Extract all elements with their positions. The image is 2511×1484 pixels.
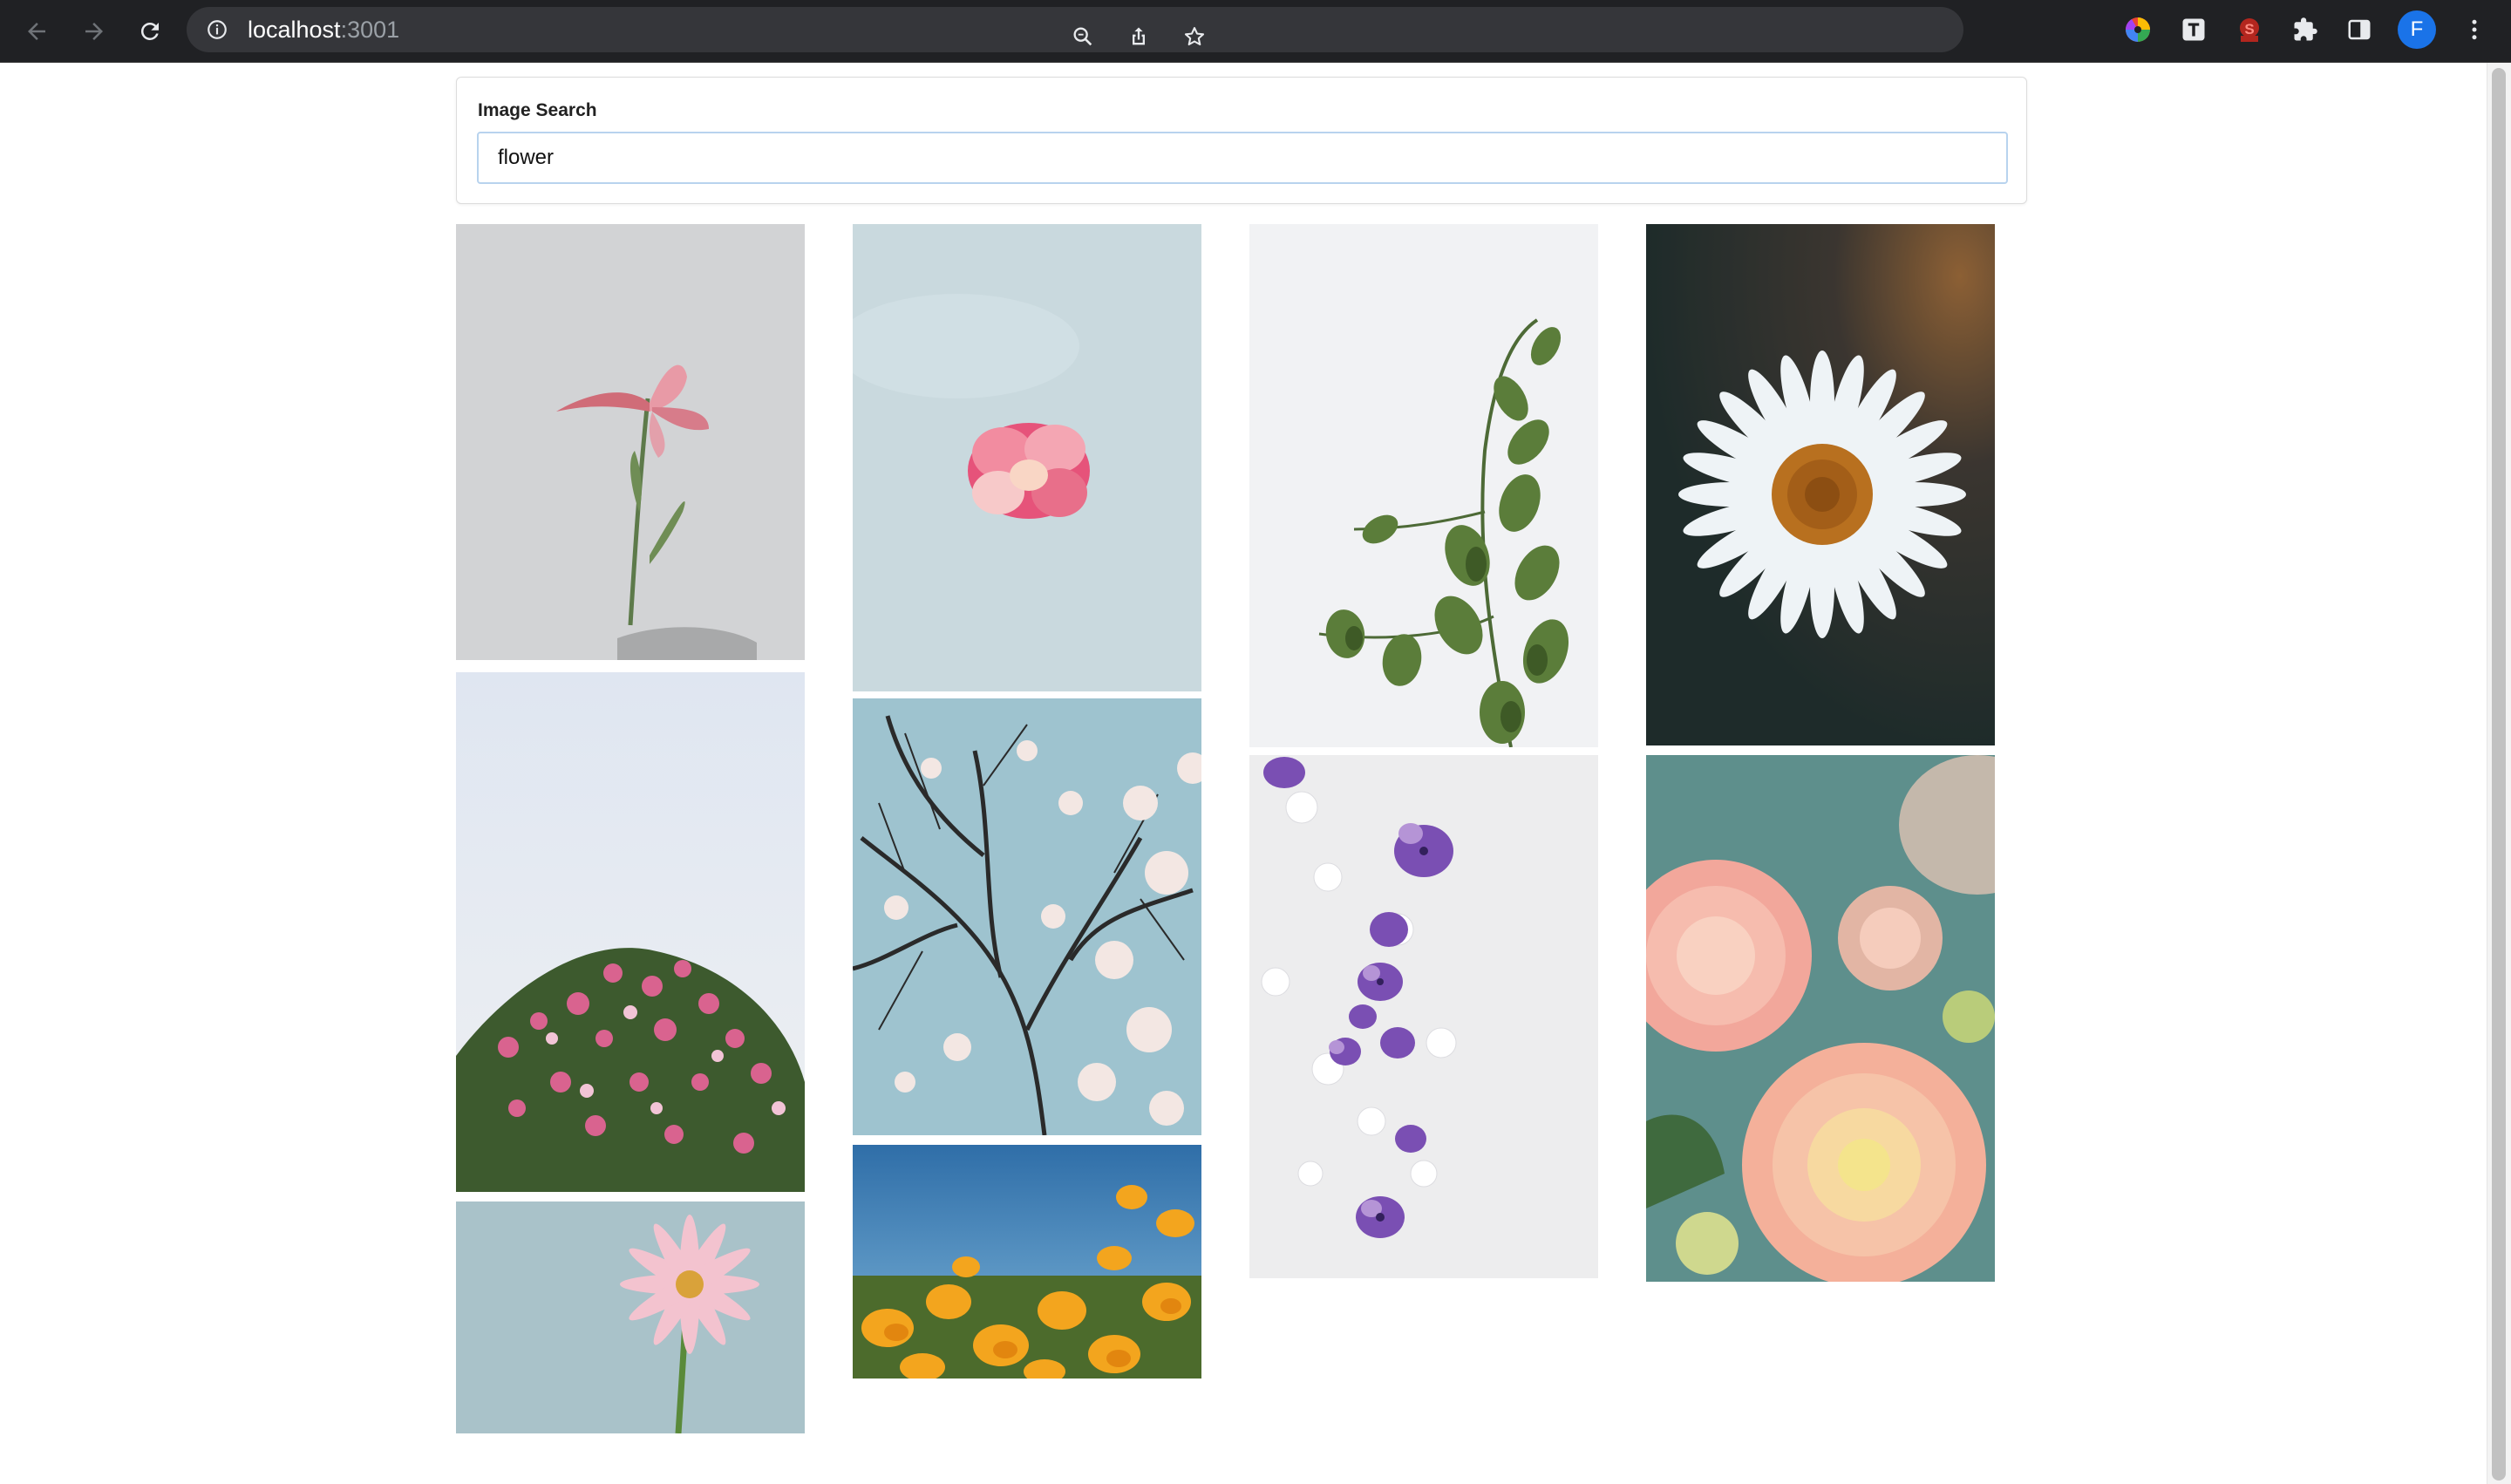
share-button[interactable] — [1121, 19, 1156, 54]
gallery-image[interactable] — [456, 224, 805, 660]
gallery-image[interactable] — [1249, 755, 1598, 1278]
share-icon — [1133, 27, 1145, 45]
gallery-image[interactable] — [853, 224, 1201, 691]
seo-icon: S — [2240, 18, 2259, 42]
reload-button[interactable] — [131, 12, 169, 51]
arrow-left-icon — [28, 23, 45, 40]
image-eucalyptus — [1249, 224, 1598, 747]
search-card: Image Search — [456, 77, 2027, 204]
search-label: Image Search — [478, 100, 597, 120]
image-white-daisy — [1646, 224, 1995, 745]
address-bar[interactable]: localhost:3001 — [187, 7, 1963, 52]
page-scrollbar-thumb[interactable] — [2492, 68, 2506, 1481]
zoom-button[interactable] — [1065, 19, 1100, 54]
extension-color-picker[interactable] — [2120, 12, 2155, 47]
extensions-button[interactable] — [2288, 12, 2323, 47]
image-pink-lily — [456, 224, 805, 660]
gallery-image[interactable] — [1646, 755, 1995, 1282]
extension-seo[interactable]: S — [2232, 12, 2267, 47]
url-port: :3001 — [340, 17, 400, 43]
gallery-image[interactable] — [1249, 224, 1598, 747]
reload-icon — [140, 22, 159, 40]
image-pink-blossom-sky — [853, 224, 1201, 691]
image-pink-blossoms — [456, 672, 805, 1192]
puzzle-icon — [2294, 17, 2317, 41]
url-text: localhost:3001 — [248, 17, 399, 42]
image-orange-poppies — [853, 1145, 1201, 1378]
gallery-image[interactable] — [456, 672, 805, 1192]
profile-avatar[interactable]: F — [2398, 10, 2436, 49]
search-input[interactable] — [477, 132, 2008, 184]
side-panel-icon — [2348, 19, 2371, 40]
gallery-image[interactable] — [1646, 224, 1995, 745]
bookmark-button[interactable] — [1177, 19, 1212, 54]
color-wheel-icon — [2126, 17, 2150, 42]
forward-button[interactable] — [75, 12, 113, 51]
info-icon — [208, 20, 227, 39]
browser-toolbar: localhost:3001 S F — [0, 0, 2511, 63]
kebab-menu-icon — [2472, 19, 2477, 40]
text-t-icon — [2182, 18, 2205, 41]
image-purple-petals — [1249, 755, 1598, 1278]
menu-button[interactable] — [2457, 12, 2492, 47]
back-button[interactable] — [17, 12, 56, 51]
arrow-right-icon — [85, 23, 103, 40]
extension-text[interactable] — [2176, 12, 2211, 47]
gallery-image[interactable] — [456, 1201, 805, 1433]
image-cherry-tree — [853, 698, 1201, 1135]
image-pink-gerbera — [456, 1201, 805, 1433]
svg-text:S: S — [2244, 21, 2254, 37]
image-peach-dahlias — [1646, 755, 1995, 1282]
side-panel-button[interactable] — [2342, 12, 2377, 47]
gallery-image[interactable] — [853, 698, 1201, 1135]
star-icon — [1184, 27, 1205, 46]
zoom-icon — [1073, 27, 1092, 46]
url-host: localhost — [248, 17, 341, 43]
gallery-image[interactable] — [853, 1145, 1201, 1378]
